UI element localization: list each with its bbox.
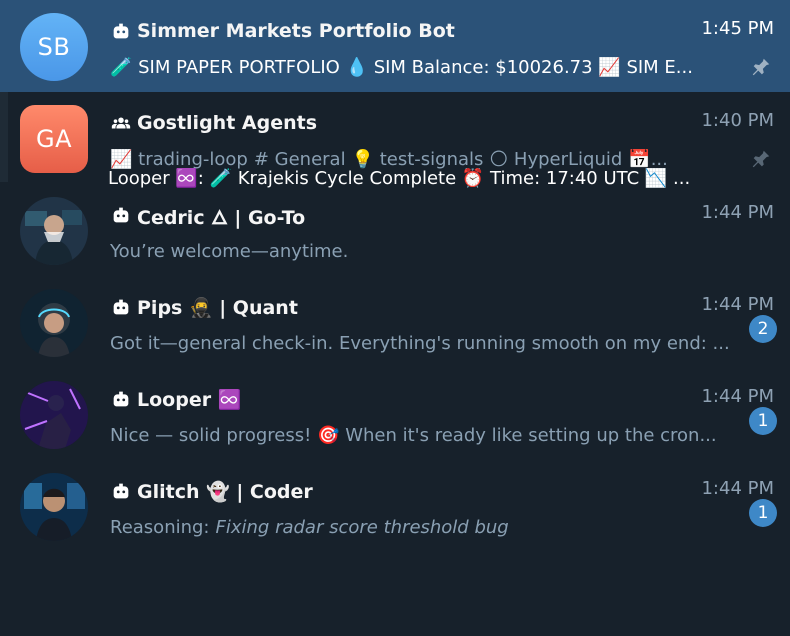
- bot-icon: [113, 299, 129, 315]
- unread-badge: 2: [749, 315, 777, 343]
- bot-icon: [113, 23, 129, 39]
- chat-title: Simmer Markets Portfolio Bot: [110, 18, 455, 44]
- chat-preview: 🧪 SIM PAPER PORTFOLIO 💧 SIM Balance: $10…: [110, 56, 693, 78]
- chat-preview: Nice — solid progress! 🎯 When it's ready…: [110, 424, 717, 446]
- chat-time: 1:44 PM: [701, 202, 774, 223]
- avatar: SB: [20, 13, 88, 81]
- chat-preview: Reasoning: Fixing radar score threshold b…: [110, 516, 509, 538]
- unread-badge: 1: [749, 407, 777, 435]
- chat-title: Looper ♾️: [110, 386, 241, 412]
- pin-icon: [752, 58, 770, 76]
- avatar: [20, 197, 88, 265]
- chat-title: Cedric 🜂 | Go-To: [110, 202, 305, 229]
- chat-cedric[interactable]: Cedric 🜂 | Go-To 1:44 PM You’re welcome—…: [0, 184, 790, 276]
- unread-badge: 1: [749, 499, 777, 527]
- pin-icon: [752, 150, 770, 168]
- chat-preview: You’re welcome—anytime.: [110, 240, 349, 262]
- avatar: GA: [20, 105, 88, 173]
- chat-looper[interactable]: Looper ♾️ 1:44 PM Nice — solid progress!…: [0, 368, 790, 460]
- chat-time: 1:45 PM: [701, 18, 774, 39]
- chat-pips[interactable]: Pips 🥷 | Quant 1:44 PM Got it—general ch…: [0, 276, 790, 368]
- chat-time: 1:40 PM: [701, 110, 774, 131]
- bot-icon: [113, 207, 129, 223]
- chat-simmer-markets[interactable]: SB Simmer Markets Portfolio Bot 1:45 PM …: [0, 0, 790, 92]
- bot-icon: [113, 483, 129, 499]
- chat-time: 1:44 PM: [701, 386, 774, 407]
- chat-title: Glitch 👻 | Coder: [110, 478, 313, 504]
- chat-glitch[interactable]: Glitch 👻 | Coder 1:44 PM Reasoning: Fixin…: [0, 460, 790, 552]
- avatar: [20, 381, 88, 449]
- chat-preview: Got it—general check-in. Everything's ru…: [110, 332, 730, 354]
- chat-title: Gostlight Agents: [110, 110, 317, 136]
- chat-list[interactable]: SB Simmer Markets Portfolio Bot 1:45 PM …: [0, 0, 790, 578]
- chat-time: 1:44 PM: [701, 478, 774, 499]
- avatar: [20, 473, 88, 541]
- group-icon: [111, 117, 131, 129]
- avatar: [20, 289, 88, 357]
- chat-title: Pips 🥷 | Quant: [110, 294, 298, 320]
- bot-icon: [113, 391, 129, 407]
- chat-time: 1:44 PM: [701, 294, 774, 315]
